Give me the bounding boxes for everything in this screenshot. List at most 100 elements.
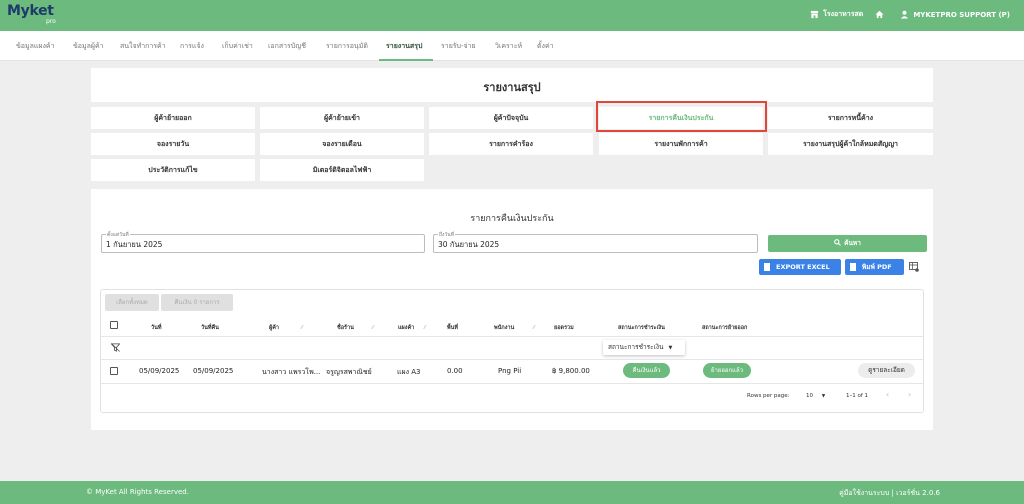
rows-per-page-select[interactable]: 10 ▼ xyxy=(806,393,825,399)
end-date-field[interactable]: ถึงวันที่ 30 กันยายน 2025 xyxy=(433,231,758,253)
refund-report-panel: รายการคืนเงินประกัน ตั้งแต่วันที่ 1 กันย… xyxy=(91,189,933,430)
pagination-range: 1–1 of 1 xyxy=(846,393,869,399)
select-all-checkbox[interactable] xyxy=(110,321,118,329)
report-title-card: รายงานสรุป xyxy=(91,68,933,102)
app-logo-sub: pro xyxy=(46,18,56,25)
column-header-total[interactable]: ยอดรวม xyxy=(554,324,574,332)
divider xyxy=(101,383,923,384)
export-excel-button[interactable]: EXPORT EXCEL xyxy=(759,259,841,275)
column-header-return-date[interactable]: วันที่คืน xyxy=(201,324,219,332)
user-menu[interactable]: MYKETPRO SUPPORT (P) xyxy=(900,10,1010,19)
active-tab-indicator xyxy=(379,59,433,61)
report-button-daily-booking[interactable]: จองรายวัน xyxy=(91,133,255,155)
report-button-outstanding-debt[interactable]: รายการหนี้ค้าง xyxy=(768,107,933,129)
column-header-area[interactable]: พื้นที่ xyxy=(447,324,458,332)
sort-icon[interactable]: ⁄⁄ xyxy=(533,325,535,331)
column-header-payment-status[interactable]: สถานะการชำระเงิน xyxy=(618,324,665,332)
next-page-icon[interactable]: › xyxy=(908,390,911,399)
export-excel-label: EXPORT EXCEL xyxy=(776,263,830,271)
report-button-edit-history[interactable]: ประวัติการแก้ไข xyxy=(91,159,255,181)
manual-version-link[interactable]: คู่มือใช้งานระบบ | เวอร์ชั่น 2.0.6 xyxy=(839,488,940,499)
print-pdf-button[interactable]: พิมพ์ PDF xyxy=(845,259,904,275)
top-bar: Myket pro โรงอาหารสด MYKETPRO SUPPORT (P… xyxy=(0,0,1024,31)
view-details-button[interactable]: ดูรายละเอียด xyxy=(858,363,915,378)
nav-item-rent[interactable]: เก็บค่าเช่า xyxy=(222,31,253,61)
home-button[interactable] xyxy=(875,10,888,19)
section-title: รายการคืนเงินประกัน xyxy=(470,214,554,224)
report-button-moved-out[interactable]: ผู้ค้าย้ายออก xyxy=(91,107,255,129)
column-header-move-status[interactable]: สถานะการย้ายออก xyxy=(702,324,747,332)
search-button-label: ค้นหา xyxy=(844,239,861,247)
shop-selector[interactable]: โรงอาหารสด xyxy=(810,9,863,20)
payment-status-filter[interactable]: สถานะการชำระเงิน ▼ xyxy=(603,340,685,355)
cell-shop: จรูญรสพาณิชย์ xyxy=(326,368,372,376)
page-title: รายงานสรุป xyxy=(483,81,541,94)
sort-icon[interactable]: ⁄⁄ xyxy=(301,325,303,331)
report-button-digital-meter[interactable]: มิเตอร์ดิจิตอลไฟฟ้า xyxy=(260,159,424,181)
sort-icon[interactable]: ⁄⁄ xyxy=(424,325,426,331)
previous-page-icon[interactable]: ‹ xyxy=(886,390,889,399)
report-button-requests[interactable]: รายการคำร้อง xyxy=(429,133,593,155)
column-settings-icon[interactable] xyxy=(909,262,919,272)
rows-per-page-value: 10 xyxy=(806,393,813,399)
filter-icon[interactable] xyxy=(111,343,120,352)
column-header-stall[interactable]: แผงค้า xyxy=(398,324,414,332)
column-header-date[interactable]: วันที่ xyxy=(151,324,161,332)
print-pdf-label: พิมพ์ PDF xyxy=(862,263,892,271)
start-date-field[interactable]: ตั้งแต่วันที่ 1 กันยายน 2025 xyxy=(101,231,425,253)
report-button-moved-in[interactable]: ผู้ค้าย้ายเข้า xyxy=(260,107,424,129)
search-button[interactable]: ค้นหา xyxy=(768,235,927,252)
nav-item-notifications[interactable]: การแจ้ง xyxy=(180,31,204,61)
nav-item-accounting[interactable]: เอกสารบัญชี xyxy=(268,31,306,61)
chevron-down-icon: ▼ xyxy=(821,394,826,399)
cell-date: 05/09/2025 xyxy=(139,367,180,375)
column-header-merchant[interactable]: ผู้ค้า xyxy=(269,324,279,332)
nav-item-analysis[interactable]: วิเคราะห์ xyxy=(495,31,522,61)
row-checkbox[interactable] xyxy=(110,367,118,375)
nav-item-income-expense[interactable]: รายรับ-จ่าย xyxy=(441,31,476,61)
start-date-label: ตั้งแต่วันที่ xyxy=(106,231,130,239)
main-nav: ข้อมูลแผงค้า ข้อมูลผู้ค้า สนใจทำการค้า ก… xyxy=(0,31,1024,61)
cell-stall: แผง A3 xyxy=(397,368,421,376)
end-date-value: 30 กันยายน 2025 xyxy=(438,240,500,249)
rows-per-page-label: Rows per page: xyxy=(747,393,790,399)
nav-item-merchants[interactable]: ข้อมูลผู้ค้า xyxy=(73,31,104,61)
nav-item-approvals[interactable]: รายการอนุมัติ xyxy=(326,31,368,61)
nav-item-settings[interactable]: ตั้งค่า xyxy=(537,31,554,61)
chevron-down-icon: ▼ xyxy=(668,345,673,351)
start-date-value: 1 กันยายน 2025 xyxy=(106,240,163,249)
payment-status-badge: คืนเงินแล้ว xyxy=(623,363,670,378)
copyright-text: © MyKet All Rights Reserved. xyxy=(86,488,189,496)
app-logo[interactable]: Myket xyxy=(7,3,54,19)
cell-area: 0.00 xyxy=(447,367,463,375)
nav-item-summary-report[interactable]: รายงานสรุป xyxy=(386,31,422,61)
report-button-expiring-contracts[interactable]: รายงานสรุปผู้ค้าใกล้หมดสัญญา xyxy=(768,133,933,155)
report-button-monthly-booking[interactable]: จองรายเดือน xyxy=(260,133,424,155)
refund-table: เลือกทั้งหมด คืนเงิน 0 รายการ วันที่ วัน… xyxy=(100,289,924,413)
column-header-staff[interactable]: พนักงาน xyxy=(494,324,514,332)
shop-label: โรงอาหารสด xyxy=(823,10,864,18)
select-all-button[interactable]: เลือกทั้งหมด xyxy=(105,294,159,311)
payment-status-filter-label: สถานะการชำระเงิน xyxy=(608,343,664,351)
home-icon xyxy=(875,10,884,19)
cell-return-date: 05/09/2025 xyxy=(193,367,234,375)
column-header-shop[interactable]: ชื่อร้าน xyxy=(337,324,354,332)
user-label: MYKETPRO SUPPORT (P) xyxy=(913,10,1010,19)
search-icon xyxy=(834,239,842,246)
report-button-current[interactable]: ผู้ค้าปัจจุบัน xyxy=(429,107,593,129)
move-status-badge: ย้ายออกแล้ว xyxy=(703,363,751,378)
cell-total: ฿ 9,800.00 xyxy=(552,367,590,375)
divider xyxy=(101,336,923,337)
end-date-label: ถึงวันที่ xyxy=(438,231,455,239)
document-icon xyxy=(850,263,856,271)
store-icon xyxy=(811,10,819,19)
refund-selected-button[interactable]: คืนเงิน 0 รายการ xyxy=(161,294,233,311)
selected-report-highlight xyxy=(596,101,767,132)
nav-item-stalls[interactable]: ข้อมูลแผงค้า xyxy=(16,31,55,61)
report-button-suspension[interactable]: รายงานพักการค้า xyxy=(599,133,763,155)
user-icon xyxy=(901,10,909,19)
sort-icon[interactable]: ⁄⁄ xyxy=(372,325,374,331)
nav-item-interested[interactable]: สนใจทำการค้า xyxy=(120,31,166,61)
top-right-menu: โรงอาหารสด MYKETPRO SUPPORT (P) xyxy=(798,9,1010,20)
footer: © MyKet All Rights Reserved. คู่มือใช้งา… xyxy=(0,481,1024,504)
